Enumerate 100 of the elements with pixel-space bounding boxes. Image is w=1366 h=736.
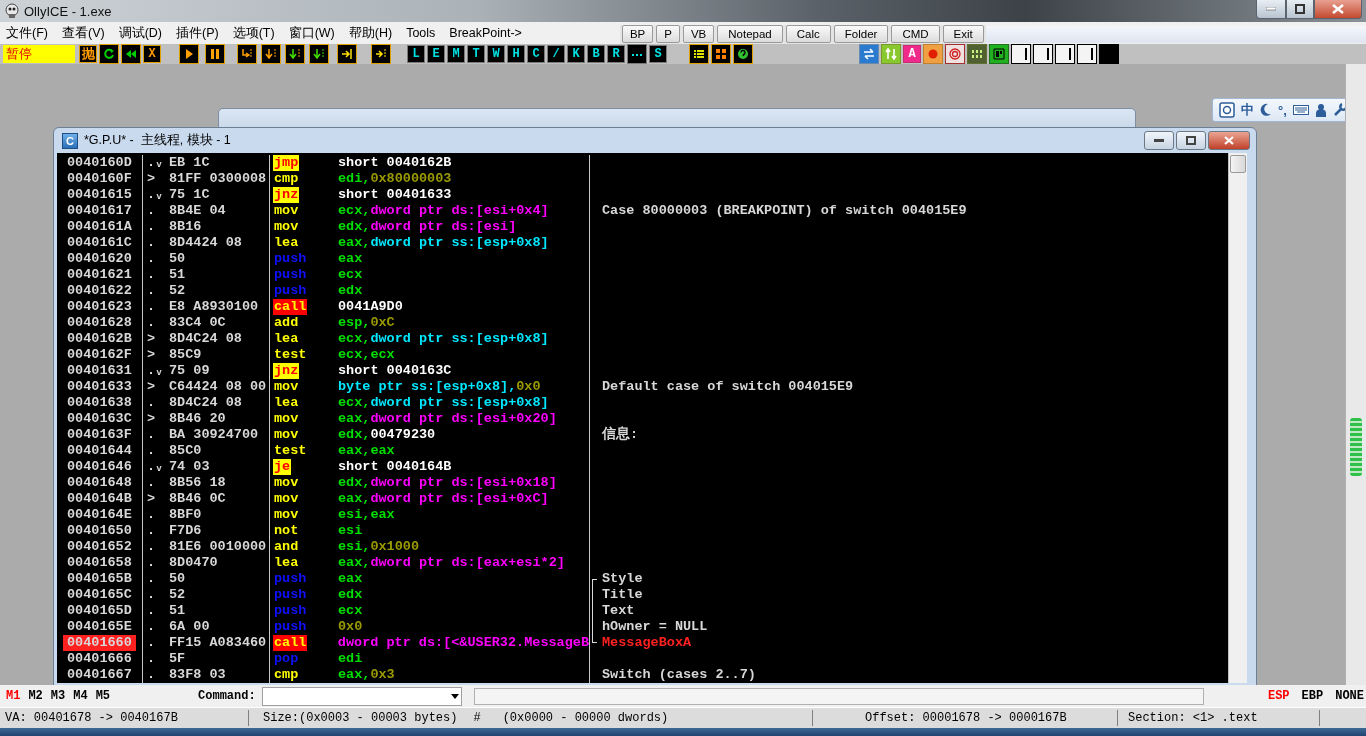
quick-button[interactable]: VB: [682, 25, 715, 43]
address-cell[interactable]: 0040165E: [63, 619, 136, 635]
blank-icon[interactable]: [1055, 44, 1075, 64]
close-button[interactable]: [1208, 131, 1250, 150]
address-cell[interactable]: 00401646: [63, 459, 136, 475]
address-cell[interactable]: 0040163F: [63, 427, 136, 443]
address-cell[interactable]: 0040161C: [63, 235, 136, 251]
ime-mode[interactable]: 中: [1241, 101, 1254, 119]
maximize-button[interactable]: [1286, 0, 1314, 19]
dots-icon[interactable]: [627, 44, 647, 64]
quick-button[interactable]: Exit: [942, 25, 984, 43]
address-cell[interactable]: 0040162B: [63, 331, 136, 347]
view-button[interactable]: L: [407, 45, 425, 63]
list-icon[interactable]: [689, 44, 709, 64]
address-cell[interactable]: 00401658: [63, 555, 136, 571]
binary-icon[interactable]: [967, 44, 987, 64]
view-button[interactable]: H: [507, 45, 525, 63]
dropdown-icon[interactable]: [448, 692, 461, 700]
address-cell[interactable]: 0040165B: [63, 571, 136, 587]
minimize-button[interactable]: [1256, 0, 1286, 19]
address-cell[interactable]: 00401631: [63, 363, 136, 379]
address-cell[interactable]: 0040160F: [63, 171, 136, 187]
address-cell[interactable]: 00401667: [63, 667, 136, 683]
menu-item[interactable]: 帮助(H): [342, 24, 399, 42]
quick-button[interactable]: Calc: [785, 25, 831, 43]
plugin-button[interactable]: A: [903, 45, 921, 63]
register-toggle[interactable]: ESP: [1267, 689, 1290, 703]
view-button[interactable]: /: [547, 45, 565, 63]
menu-item[interactable]: 窗口(W): [282, 24, 341, 42]
register-toggle[interactable]: NONE: [1335, 689, 1364, 703]
window-icon[interactable]: [989, 44, 1009, 64]
help-icon[interactable]: [733, 44, 753, 64]
address-cell[interactable]: 0040163C: [63, 411, 136, 427]
up-down-icon[interactable]: [881, 44, 901, 64]
menu-item[interactable]: 调试(D): [112, 24, 168, 42]
quick-button[interactable]: P: [656, 25, 680, 43]
rewind-icon[interactable]: [121, 44, 141, 64]
goto-icon[interactable]: [371, 44, 391, 64]
menu-item[interactable]: 插件(P): [170, 24, 225, 42]
quick-button[interactable]: BP: [621, 25, 654, 43]
toolbar-button[interactable]: 抛: [79, 45, 97, 63]
punctuation-mode[interactable]: °,: [1278, 102, 1287, 118]
address-cell[interactable]: 00401615: [63, 187, 136, 203]
menu-item[interactable]: Tools: [400, 26, 442, 40]
quick-button[interactable]: Notepad: [717, 25, 783, 43]
view-button[interactable]: S: [649, 45, 667, 63]
memory-tab[interactable]: M3: [50, 689, 66, 703]
view-button[interactable]: E: [427, 45, 445, 63]
quick-button[interactable]: Folder: [833, 25, 889, 43]
address-cell[interactable]: 00401650: [63, 523, 136, 539]
menu-item[interactable]: 选项(T): [226, 24, 281, 42]
address-cell[interactable]: 00401628: [63, 315, 136, 331]
blank-icon[interactable]: [1077, 44, 1097, 64]
address-cell[interactable]: 00401652: [63, 539, 136, 555]
blank-icon[interactable]: [1011, 44, 1031, 64]
memory-tab[interactable]: M2: [28, 689, 43, 703]
toolbar-button[interactable]: X: [143, 45, 161, 63]
ime-logo-icon[interactable]: [1219, 102, 1235, 118]
scroll-thumb[interactable]: [1230, 155, 1246, 173]
maximize-button[interactable]: [1176, 131, 1206, 150]
address-cell[interactable]: 00401622: [63, 283, 136, 299]
memory-tab[interactable]: M4: [73, 689, 88, 703]
view-button[interactable]: B: [587, 45, 605, 63]
address-cell[interactable]: 00401621: [63, 267, 136, 283]
address-cell[interactable]: 00401638: [63, 395, 136, 411]
gripper[interactable]: [1350, 418, 1362, 476]
target-icon[interactable]: [945, 44, 965, 64]
command-field[interactable]: [261, 686, 462, 706]
address-cell[interactable]: 0040160D: [63, 155, 136, 171]
address-cell[interactable]: 00401620: [63, 251, 136, 267]
address-cell[interactable]: 0040165D: [63, 603, 136, 619]
address-cell[interactable]: 0040164B: [63, 491, 136, 507]
close-button[interactable]: [1314, 0, 1362, 19]
user-icon[interactable]: [1314, 103, 1327, 117]
grid-icon[interactable]: [711, 44, 731, 64]
address-cell[interactable]: 0040165C: [63, 587, 136, 603]
trace-icon[interactable]: [309, 44, 329, 64]
pause-icon[interactable]: [205, 44, 225, 64]
menu-item[interactable]: BreakPoint->: [443, 26, 528, 40]
address-cell[interactable]: 00401648: [63, 475, 136, 491]
step-icon[interactable]: [237, 44, 257, 64]
address-cell[interactable]: 00401633: [63, 379, 136, 395]
memory-tab[interactable]: M1: [6, 689, 21, 703]
step-icon[interactable]: [261, 44, 281, 64]
address-cell[interactable]: 0040162F: [63, 347, 136, 363]
minimize-button[interactable]: [1144, 131, 1174, 150]
register-toggle[interactable]: EBP: [1301, 689, 1324, 703]
keyboard-icon[interactable]: [1292, 105, 1309, 115]
blank-icon[interactable]: [1033, 44, 1053, 64]
memory-tab[interactable]: M5: [95, 689, 111, 703]
address-cell[interactable]: 0040164E: [63, 507, 136, 523]
view-button[interactable]: K: [567, 45, 585, 63]
view-button[interactable]: W: [487, 45, 505, 63]
menu-item[interactable]: 查看(V): [55, 24, 111, 42]
play-icon[interactable]: [179, 44, 199, 64]
view-button[interactable]: R: [607, 45, 625, 63]
wrench-icon[interactable]: [1332, 103, 1347, 117]
address-cell[interactable]: 00401666: [63, 651, 136, 667]
restart-icon[interactable]: [99, 44, 119, 64]
view-button[interactable]: C: [527, 45, 545, 63]
